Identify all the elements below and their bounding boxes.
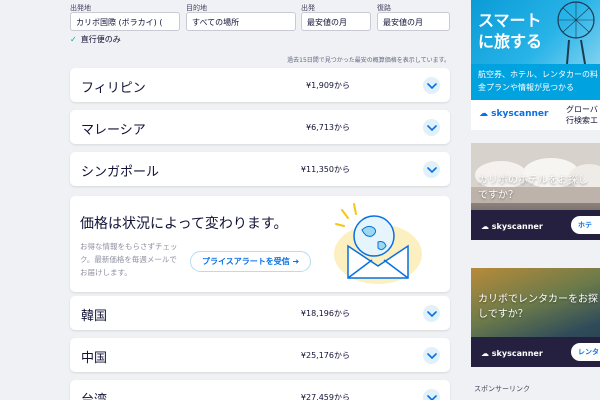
- country-name: 台湾: [81, 389, 107, 400]
- ad-band-text: 航空券、ホテル、レンタカーの料 金プランや情報が見つかる: [478, 70, 598, 92]
- result-row-china[interactable]: 中国 ¥25,176から: [70, 338, 450, 372]
- price-alert-card: 価格は状況によって変わります。 お得な情報をもらさずチェック。最新価格を毎週メー…: [70, 196, 450, 292]
- skyscanner-icon: ☁: [479, 109, 492, 119]
- ad-hotels[interactable]: カリボのホテルをお探し ですか？ ☁ skyscanner ホテ: [471, 143, 600, 240]
- price-alert-title: 価格は状況によって変わります。: [80, 216, 288, 232]
- search-form: 出発地 カリボ国際 (ボラカイ) ( 目的地 すべての場所 出発 最安値の月 復…: [70, 0, 450, 50]
- ad-text: カリボのホテルをお探し ですか？: [478, 175, 588, 201]
- price-text: ¥6,713から: [306, 123, 350, 132]
- price-text: ¥1,909から: [306, 81, 350, 90]
- price-text: ¥27,459から: [300, 393, 350, 400]
- ad-rental-button[interactable]: レンタ: [571, 343, 600, 361]
- chevron-down-icon[interactable]: [423, 389, 440, 400]
- checkmark-icon: ✓: [70, 35, 77, 44]
- ad-sub-text: グローバ 行検索エ: [566, 105, 598, 125]
- sponsor-label: スポンサーリンク: [474, 385, 530, 393]
- ad-hotels-button[interactable]: ホテ: [571, 216, 600, 234]
- result-row-philippines[interactable]: フィリピン ¥1,909から: [70, 68, 450, 102]
- skyscanner-icon: ☁: [481, 222, 492, 231]
- ad-rental-cars[interactable]: カリボでレンタカーをお探 しですか？ ☁ skyscanner レンタ: [471, 268, 600, 367]
- chevron-down-icon[interactable]: [423, 305, 440, 322]
- price-alert-button[interactable]: プライスアラートを受信 ➜: [190, 251, 312, 272]
- price-text: ¥11,350から: [300, 165, 350, 174]
- return-input[interactable]: 最安値の月: [377, 12, 450, 31]
- ad-skyscanner-smart-travel[interactable]: スマート に旅する 航空券、ホテル、レンタカーの料 金プランや情報が見つかる ☁…: [471, 0, 600, 130]
- ad-headline: スマート に旅する: [478, 11, 543, 51]
- country-name: シンガポール: [81, 165, 160, 180]
- price-note: 過去15日間で見つかった最安の概算価格を表示しています。: [287, 57, 450, 64]
- skyscanner-logo-text: skyscanner: [491, 109, 549, 119]
- price-alert-body: お得な情報をもらさずチェック。最新価格を毎週メールでお届けします。: [80, 242, 178, 277]
- destination-input[interactable]: すべての場所: [186, 12, 296, 31]
- depart-input[interactable]: 最安値の月: [301, 12, 371, 31]
- direct-only-checkbox[interactable]: ✓ 直行便のみ: [70, 34, 121, 45]
- result-row-taiwan[interactable]: 台湾 ¥27,459から: [70, 380, 450, 400]
- price-text: ¥18,196から: [300, 309, 350, 318]
- chevron-down-icon[interactable]: [423, 77, 440, 94]
- result-row-malaysia[interactable]: マレーシア ¥6,713から: [70, 110, 450, 144]
- direct-only-label: 直行便のみ: [80, 35, 121, 44]
- country-name: フィリピン: [81, 81, 146, 96]
- chevron-down-icon[interactable]: [423, 161, 440, 178]
- skyscanner-logo-text: skyscanner: [491, 349, 543, 358]
- envelope-globe-icon: [334, 203, 422, 284]
- chevron-down-icon[interactable]: [423, 347, 440, 364]
- result-row-singapore[interactable]: シンガポール ¥11,350から: [70, 152, 450, 186]
- skyscanner-icon: ☁: [481, 349, 492, 358]
- skyscanner-logo: ☁ skyscanner: [481, 222, 543, 231]
- chevron-down-icon[interactable]: [423, 119, 440, 136]
- origin-input[interactable]: カリボ国際 (ボラカイ) (: [70, 12, 180, 31]
- country-name: マレーシア: [81, 123, 146, 138]
- ad-text: カリボでレンタカーをお探 しですか？: [478, 294, 598, 320]
- country-name: 韓国: [81, 309, 108, 324]
- skyscanner-logo-text: skyscanner: [491, 222, 543, 231]
- result-row-korea[interactable]: 韓国 ¥18,196から: [70, 296, 450, 330]
- country-name: 中国: [81, 351, 108, 366]
- price-text: ¥25,176から: [300, 351, 350, 360]
- skyscanner-logo: ☁ skyscanner: [479, 109, 548, 119]
- skyscanner-logo: ☁ skyscanner: [481, 349, 543, 358]
